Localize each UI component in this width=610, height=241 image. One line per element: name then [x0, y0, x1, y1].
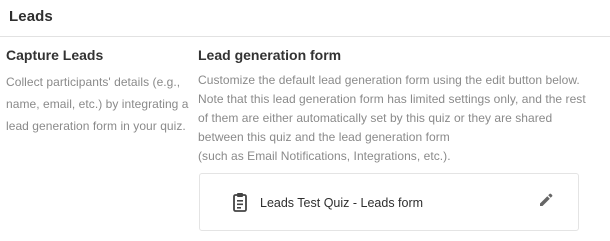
- capture-leads-panel: Capture Leads Collect participants' deta…: [6, 46, 194, 137]
- lead-form-name[interactable]: Leads Test Quiz - Leads form: [260, 195, 423, 211]
- capture-leads-description: Collect participants' details (e.g., nam…: [6, 75, 189, 133]
- lead-form-card[interactable]: Leads Test Quiz - Leads form: [199, 173, 579, 231]
- pencil-icon: [538, 192, 554, 213]
- lead-form-description: Customize the default lead generation fo…: [198, 73, 586, 163]
- lead-form-title: Lead generation form: [198, 47, 342, 63]
- edit-lead-form-button[interactable]: [536, 192, 556, 212]
- clipboard-icon: [233, 192, 247, 212]
- section-header: Leads: [0, 0, 610, 37]
- lead-form-panel: Lead generation form Customize the defau…: [198, 46, 602, 166]
- section-title: Leads: [9, 8, 53, 25]
- capture-leads-title: Capture Leads: [6, 47, 104, 63]
